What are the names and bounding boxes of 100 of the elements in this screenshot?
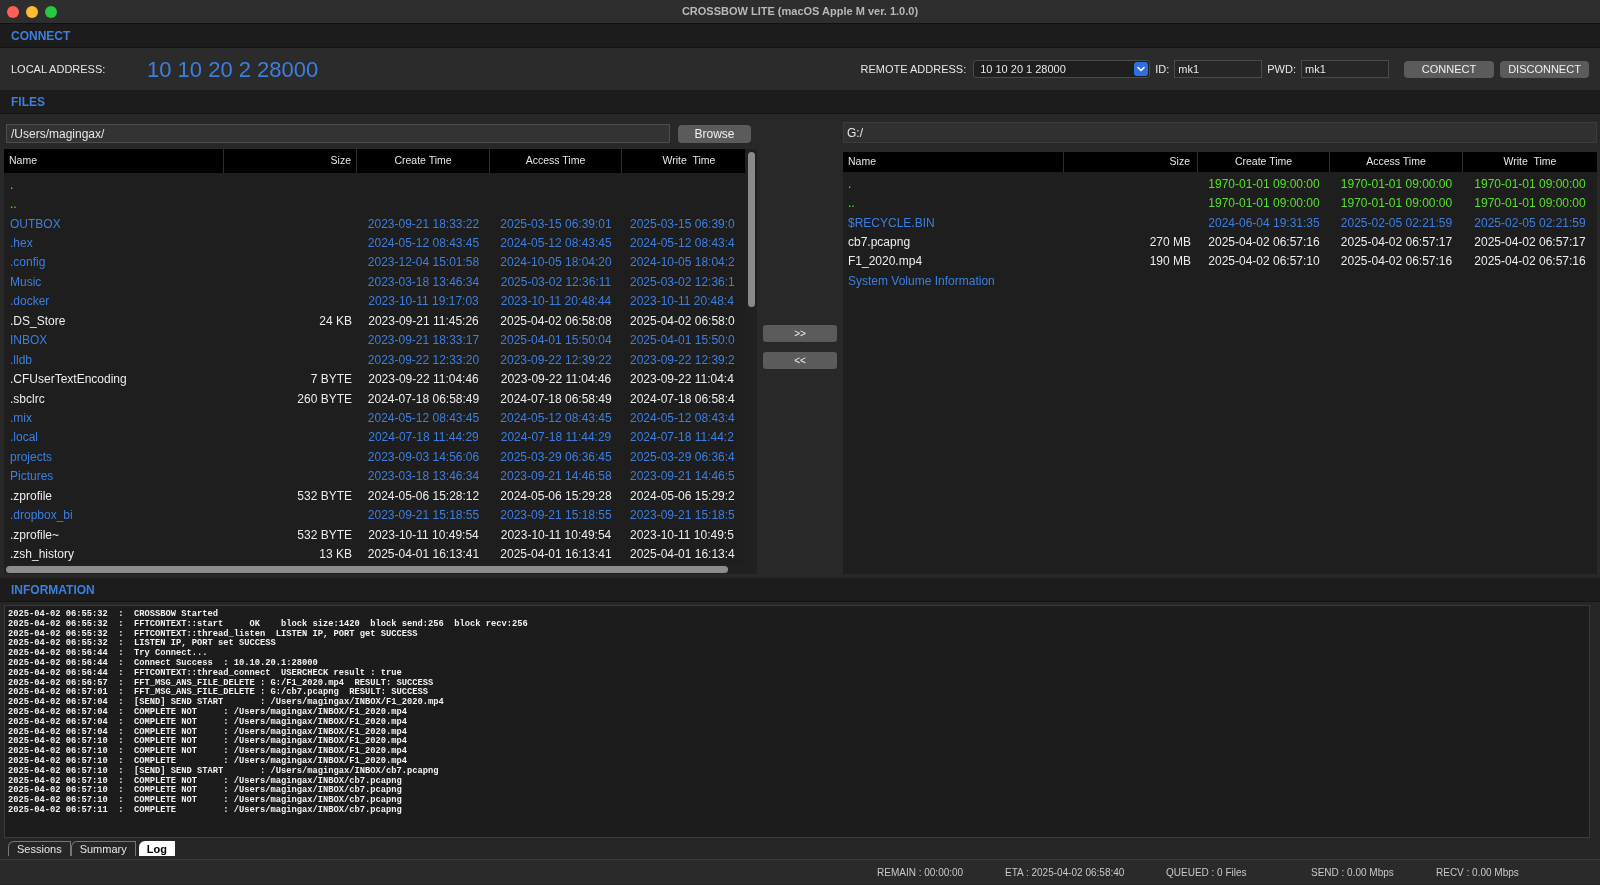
access-time-cell-text: 2023-10-11 10:49:54	[500, 526, 612, 544]
log-line: 2025-04-02 06:56:44 : FFTCONTEXT::thread_connect USERCHECK result : true	[8, 668, 403, 678]
path-field[interactable]: /Users/magingax/	[6, 124, 670, 143]
column-header[interactable]: Access Time	[1366, 154, 1426, 170]
window-maximize-icon[interactable]	[45, 5, 57, 18]
file-size-cell-text: 7 BYTE	[310, 371, 352, 389]
window-minimize-icon[interactable]	[26, 5, 38, 18]
file-size-cell-text: 532 BYTE	[297, 526, 352, 544]
local-address-label: LOCAL ADDRESS:	[11, 61, 107, 77]
log-line: 2025-04-02 06:57:10 : [SEND] SEND START : /Users/magingax/INBOX/cb7.pcapng	[8, 766, 440, 776]
write-time-cell-text: 2025-02-05 02:21:59	[1474, 214, 1586, 232]
write-time-cell-text: 2025-03-29 06:36:4	[630, 448, 735, 466]
create-time-cell-text: 2023-09-22 11:04:46	[368, 371, 479, 389]
file-name-cell-text: $RECYCLE.BIN	[848, 214, 935, 232]
file-name-cell-text: ..	[848, 195, 855, 213]
access-time-cell-text: 2024-05-12 08:43:45	[500, 235, 612, 253]
create-time-cell-text: 2023-09-21 11:45:26	[368, 312, 479, 330]
log-line: 2025-04-02 06:55:32 : FFTCONTEXT::thread_listen LISTEN IP, PORT get SUCCESS	[8, 629, 419, 639]
file-name-cell-text: .CFUserTextEncoding	[10, 371, 127, 389]
access-time-cell-text: 2024-05-06 15:29:28	[500, 487, 612, 505]
file-name-cell-text: .config	[10, 254, 46, 272]
create-time-cell-text: 2024-05-12 08:43:45	[367, 235, 480, 253]
column-header[interactable]: Size	[330, 153, 351, 169]
file-name-cell-text: .mix	[10, 409, 32, 427]
column-header[interactable]: Write Time	[1503, 154, 1557, 170]
access-time-cell-text: 2023-10-11 20:48:44	[500, 293, 612, 311]
status-text: QUEUED : 0 Files	[1166, 865, 1248, 880]
file-size-cell-text: 532 BYTE	[297, 487, 352, 505]
remote-address-label: REMOTE ADDRESS:	[860, 61, 967, 77]
section-heading: CONNECT	[11, 27, 71, 45]
access-time-cell-text: 2024-07-18 11:44:29	[500, 429, 612, 447]
column-header[interactable]: Size	[1169, 154, 1190, 170]
id-label: ID:	[1155, 61, 1170, 77]
status-text: SEND : 0.00 Mbps	[1311, 865, 1395, 880]
chevron-down-icon	[1134, 62, 1149, 76]
window-close-icon[interactable]	[7, 5, 19, 18]
file-name-cell-text: .local	[10, 429, 38, 447]
file-name-cell-text: F1_2020.mp4	[848, 253, 923, 271]
write-time-cell-text: 2024-10-05 18:04:2	[630, 254, 735, 272]
tab[interactable]: Sessions	[8, 841, 71, 856]
column-header[interactable]: Name	[848, 154, 876, 170]
write-time-cell-text: 2023-09-22 12:39:2	[630, 351, 735, 369]
id-input[interactable]: mk1	[1174, 60, 1263, 78]
access-time-cell-text: 2025-04-02 06:57:17	[1340, 234, 1453, 252]
file-size-cell-text: 190 MB	[1149, 253, 1191, 271]
create-time-cell-text: 2024-05-06 15:28:12	[367, 487, 480, 505]
column-header[interactable]: Write Time	[662, 153, 716, 169]
create-time-cell-text: 2025-04-02 06:57:10	[1208, 253, 1320, 271]
write-time-cell-text: 2023-09-21 15:18:5	[630, 507, 735, 525]
log-line: 2025-04-02 06:57:04 : COMPLETE NOT : /Users/magingax/INBOX/F1_2020.mp4	[8, 717, 409, 727]
column-header[interactable]: Name	[9, 153, 37, 169]
file-name-cell-text: .zsh_history	[10, 546, 75, 564]
log-line: 2025-04-02 06:57:10 : COMPLETE NOT : /Users/magingax/INBOX/F1_2020.mp4	[8, 747, 409, 757]
path-field[interactable]: G:/	[843, 122, 1597, 143]
write-time-cell-text: 2024-07-18 06:58:4	[630, 390, 735, 408]
create-time-cell-text: 2025-04-02 06:57:16	[1208, 234, 1320, 252]
pwd-label: PWD:	[1267, 61, 1296, 77]
file-name-cell-text: .lldb	[10, 351, 32, 369]
send-left-button[interactable]: <<	[763, 352, 837, 369]
file-name-cell-text: .	[10, 176, 14, 194]
access-time-cell-text: 2025-04-01 15:50:04	[500, 332, 612, 350]
write-time-cell-text: 2023-10-11 20:48:4	[630, 293, 734, 311]
file-name-cell-text: .DS_Store	[10, 312, 66, 330]
scrollbar-thumb[interactable]	[6, 565, 728, 573]
write-time-cell-text: 2025-04-02 06:58:0	[630, 312, 735, 330]
connect-button[interactable]: CONNECT	[1404, 60, 1494, 78]
log-line: 2025-04-02 06:56:57 : FFT_MSG_ANS_FILE_DELETE : G:/F1_2020.mp4 RESULT: SUCCESS	[8, 678, 435, 688]
access-time-cell-text: 2023-09-22 11:04:46	[500, 371, 612, 389]
log-line: 2025-04-02 06:57:10 : COMPLETE NOT : /Users/magingax/INBOX/cb7.pcapng	[8, 786, 403, 796]
access-time-cell-text: 1970-01-01 09:00:00	[1340, 175, 1453, 193]
send-right-button[interactable]: >>	[763, 325, 837, 342]
column-header[interactable]: Access Time	[525, 153, 586, 169]
create-time-cell-text: 2023-09-21 15:18:55	[367, 507, 480, 525]
status-text: ETA : 2025-04-02 06:58:40	[1005, 865, 1126, 880]
write-time-cell-text: 1970-01-01 09:00:00	[1474, 195, 1586, 213]
disconnect-button[interactable]: DISCONNECT	[1500, 60, 1589, 78]
create-time-cell-text: 2023-09-03 14:56:06	[367, 448, 480, 466]
scrollbar-thumb[interactable]	[747, 152, 755, 307]
pwd-input[interactable]: mk1	[1301, 60, 1389, 78]
file-size-cell-text: 270 MB	[1149, 234, 1191, 252]
file-name-cell-text: Pictures	[10, 468, 54, 486]
file-size-cell-text: 260 BYTE	[297, 390, 352, 408]
access-time-cell-text: 2024-05-12 08:43:45	[500, 409, 612, 427]
write-time-cell-text: 2023-09-21 14:46:5	[630, 468, 735, 486]
create-time-cell-text: 2024-05-12 08:43:45	[367, 409, 480, 427]
tab[interactable]: Summary	[70, 841, 136, 856]
remote-address-select[interactable]: 10 10 20 1 28000	[973, 60, 1151, 78]
write-time-cell-text: 2025-04-01 16:13:4	[630, 546, 735, 564]
column-header[interactable]: Create Time	[394, 153, 452, 169]
write-time-cell-text: 2025-03-02 12:36:1	[630, 273, 735, 291]
log-line: 2025-04-02 06:57:04 : COMPLETE NOT : /Users/magingax/INBOX/F1_2020.mp4	[8, 707, 408, 717]
access-time-cell-text: 2023-09-21 14:46:58	[500, 468, 612, 486]
section-heading: INFORMATION	[11, 581, 95, 599]
create-time-cell-text: 2023-10-11 10:49:54	[368, 526, 479, 544]
file-size-cell-text: 13 KB	[319, 546, 352, 564]
browse-button[interactable]: Browse	[678, 124, 751, 143]
tab[interactable]: Log	[138, 841, 175, 856]
column-header[interactable]: Create Time	[1234, 154, 1293, 170]
access-time-cell-text: 2025-04-02 06:57:16	[1340, 253, 1453, 271]
create-time-cell-text: 2023-09-21 18:33:22	[367, 215, 480, 233]
